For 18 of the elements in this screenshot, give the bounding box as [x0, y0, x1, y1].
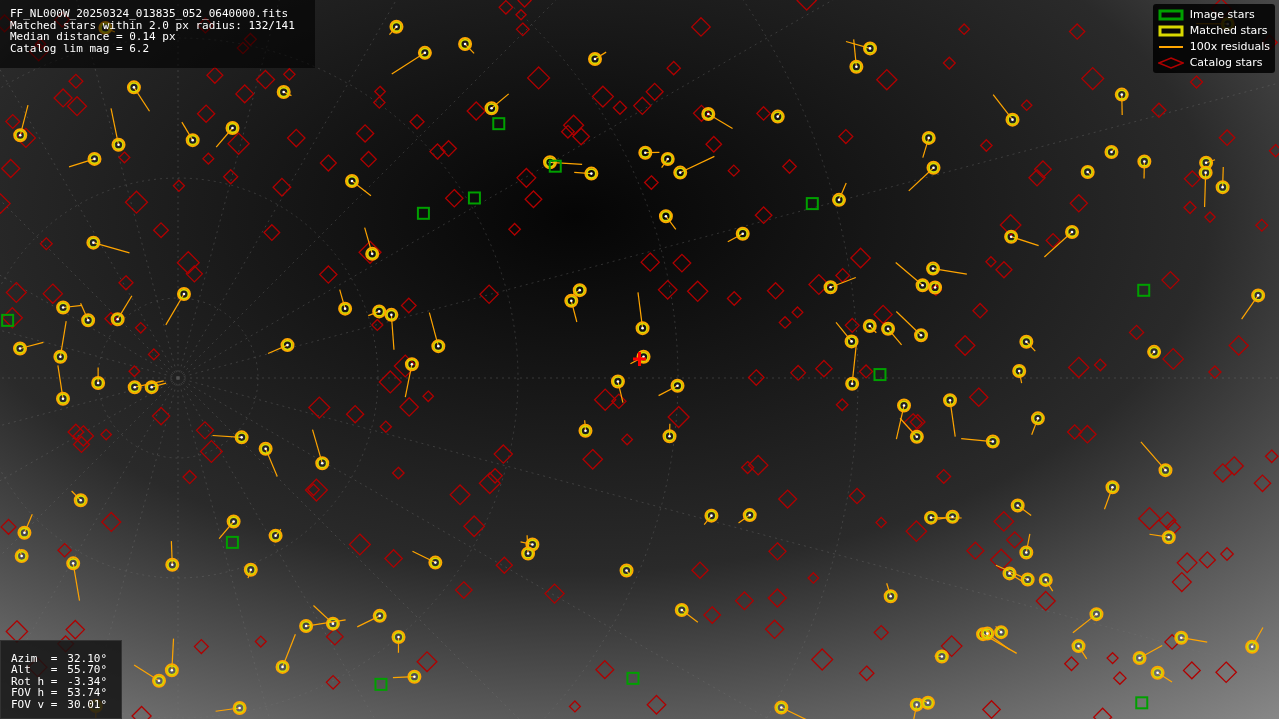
pointing-label: Azim =	[11, 652, 58, 664]
pointing-label: Rot h =	[11, 675, 58, 687]
info-text: Catalog lim mag = 6.2	[10, 42, 151, 54]
pointing-label: Alt =	[11, 664, 58, 676]
pointing-value: 30.01°	[67, 698, 108, 710]
pointing-value: -3.34°	[67, 675, 108, 687]
info-text: Median distance = 0.14 px	[10, 31, 176, 43]
legend-label: 100x residuals	[1189, 39, 1270, 54]
legend-label: Matched stars	[1189, 23, 1268, 38]
legend-label: Image stars	[1189, 7, 1255, 22]
pointing-value: 55.70°	[67, 664, 108, 676]
info-text: Matched stars within 2.0 px radius: 132/141	[10, 19, 295, 31]
pointing-label: FOV v =	[11, 698, 58, 710]
pointing-value: 53.74°	[67, 687, 108, 699]
pointing-value: 32.10°	[67, 652, 108, 664]
info-text: FF_NL000W_20250324_013835_052_0640000.fits	[10, 8, 290, 20]
legend-label: Catalog stars	[1189, 55, 1263, 70]
pointing-label: FOV h =	[11, 687, 58, 699]
